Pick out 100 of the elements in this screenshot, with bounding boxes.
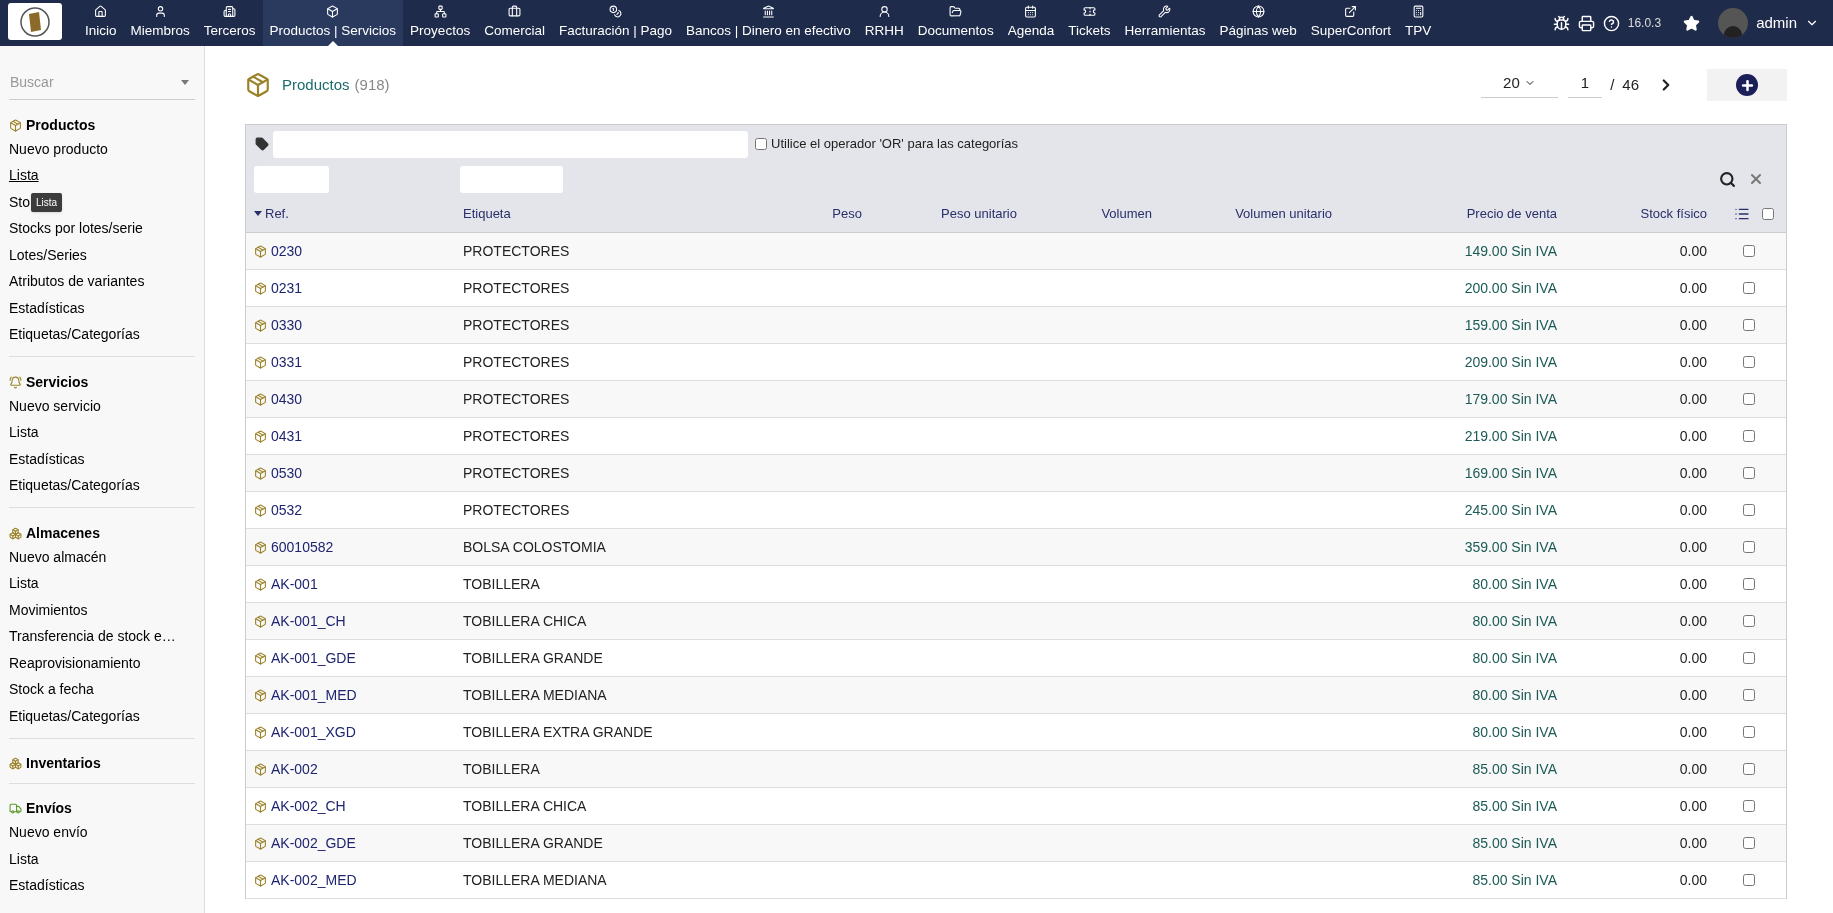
sidebar-link[interactable]: Etiquetas/Categorías [9,324,140,346]
label-filter-field[interactable] [460,165,563,193]
user-avatar[interactable] [1718,8,1749,38]
row-checkbox[interactable] [1743,689,1755,701]
product-ref-link[interactable]: 0230 [271,240,303,262]
close-icon[interactable] [1748,171,1764,187]
product-ref-link[interactable]: 0430 [271,388,303,410]
product-ref-link[interactable]: AK-002_GDE [271,832,356,854]
ref-filter-field[interactable] [254,165,329,193]
menu-tab[interactable]: Tickets [1061,0,1118,46]
row-checkbox[interactable] [1743,430,1755,442]
menu-tab[interactable]: Facturación | Pago [551,0,679,46]
sidebar-link[interactable]: Nuevo almacén [9,546,107,568]
sidebar-link[interactable]: Reaprovisionamiento [9,652,141,674]
row-checkbox[interactable] [1743,504,1755,516]
menu-tab[interactable]: Agenda [1000,0,1062,46]
menu-tab[interactable]: Productos | Servicios [262,0,404,46]
product-ref-link[interactable]: AK-001_GDE [271,647,356,669]
sidebar-link[interactable]: Etiquetas/Categorías [9,705,140,727]
row-checkbox[interactable] [1743,319,1755,331]
menu-tab[interactable]: Miembros [123,0,197,46]
sidebar-link[interactable]: Lista [9,165,39,187]
menu-tab[interactable]: Inicio [78,0,124,46]
menu-tab[interactable]: TPV [1398,0,1439,46]
star-icon[interactable] [1683,14,1701,32]
or-operator-checkbox[interactable] [755,138,767,150]
sidebar-link[interactable]: Stocks por lotes/serie [9,218,143,240]
sidebar-link[interactable]: Stock a fecha [9,679,94,701]
row-checkbox[interactable] [1743,800,1755,812]
sidebar-link[interactable]: Estadísticas [9,448,85,470]
row-checkbox[interactable] [1743,541,1755,553]
company-logo[interactable] [8,3,62,40]
menu-tab[interactable]: Páginas web [1212,0,1304,46]
sidebar-link[interactable]: Sto [9,191,30,213]
row-checkbox[interactable] [1743,245,1755,257]
sidebar-link[interactable]: Atributos de variantes [9,271,145,293]
product-ref-link[interactable]: AK-001_MED [271,684,357,706]
section-heading[interactable]: Inventarios [26,753,101,774]
row-checkbox[interactable] [1743,467,1755,479]
sidebar-link[interactable]: Nuevo envío [9,822,88,844]
column-header[interactable]: Precio de venta [1466,203,1557,224]
product-ref-link[interactable]: 0431 [271,425,303,447]
sidebar-link[interactable]: Lista [9,848,39,870]
sidebar-link[interactable]: Lotes/Series [9,244,87,266]
row-checkbox[interactable] [1743,652,1755,664]
select-all-checkbox[interactable] [1762,207,1774,220]
product-ref-link[interactable]: AK-002_MED [271,869,357,891]
row-checkbox[interactable] [1743,578,1755,590]
product-ref-link[interactable]: AK-001_CH [271,610,346,632]
menu-tab[interactable]: Bancos | Dinero en efectivo [679,0,858,46]
sidebar-link[interactable]: Transferencia de stock e… [9,626,176,648]
sidebar-link[interactable]: Lista [9,422,39,444]
page-number-field[interactable]: 1 [1567,71,1603,99]
section-heading[interactable]: Servicios [26,371,89,393]
sidebar-link[interactable]: Nuevo producto [9,138,108,160]
product-ref-link[interactable]: 0231 [271,277,303,299]
product-ref-link[interactable]: 0331 [271,351,303,373]
bug-icon[interactable] [1552,14,1570,32]
help-icon[interactable] [1602,14,1620,32]
section-heading[interactable]: Productos [26,114,96,136]
column-header[interactable]: Volumen unitario [1235,203,1332,224]
section-heading[interactable]: Almacenes [26,522,100,544]
product-ref-link[interactable]: 0530 [271,462,303,484]
column-header[interactable]: Etiqueta [463,203,511,224]
sidebar-link[interactable]: Etiquetas/Categorías [9,475,140,497]
row-checkbox[interactable] [1743,874,1755,886]
column-header[interactable]: Peso unitario [941,203,1017,224]
row-checkbox[interactable] [1743,726,1755,738]
product-ref-link[interactable]: 0532 [271,499,303,521]
row-checkbox[interactable] [1743,393,1755,405]
sidebar-link[interactable]: Estadísticas [9,875,85,897]
section-heading[interactable]: Envíos [26,798,72,819]
menu-tab[interactable]: Herramientas [1117,0,1213,46]
column-header[interactable]: Ref. [254,203,289,224]
menu-tab[interactable]: Comercial [477,0,552,46]
product-ref-link[interactable]: AK-001_XGD [271,721,356,743]
row-checkbox[interactable] [1743,837,1755,849]
page-size-select[interactable]: 20 [1481,71,1558,99]
row-checkbox[interactable] [1743,356,1755,368]
product-ref-link[interactable]: AK-001 [271,573,318,595]
column-header[interactable]: Stock físico [1640,203,1707,224]
row-checkbox[interactable] [1743,615,1755,627]
menu-tab[interactable]: SuperConfort [1303,0,1399,46]
product-ref-link[interactable]: AK-002_CH [271,795,346,817]
row-checkbox[interactable] [1743,763,1755,775]
menu-tab[interactable]: Documentos [910,0,1001,46]
sidebar-link[interactable]: Lista [9,573,39,595]
sidebar-link[interactable]: Estadísticas [9,297,85,319]
add-button[interactable] [1707,69,1787,101]
menu-tab[interactable]: RRHH [857,0,911,46]
search-icon[interactable] [1719,170,1736,188]
column-header[interactable]: Volumen [1101,203,1152,224]
product-ref-link[interactable]: 0330 [271,314,303,336]
column-header[interactable]: Peso [832,203,862,224]
category-field[interactable] [273,130,748,158]
menu-tab[interactable]: Proyectos [403,0,478,46]
product-ref-link[interactable]: AK-002 [271,758,318,780]
print-icon[interactable] [1577,14,1595,32]
menu-tab[interactable]: Terceros [196,0,263,46]
sidebar-link[interactable]: Movimientos [9,599,88,621]
